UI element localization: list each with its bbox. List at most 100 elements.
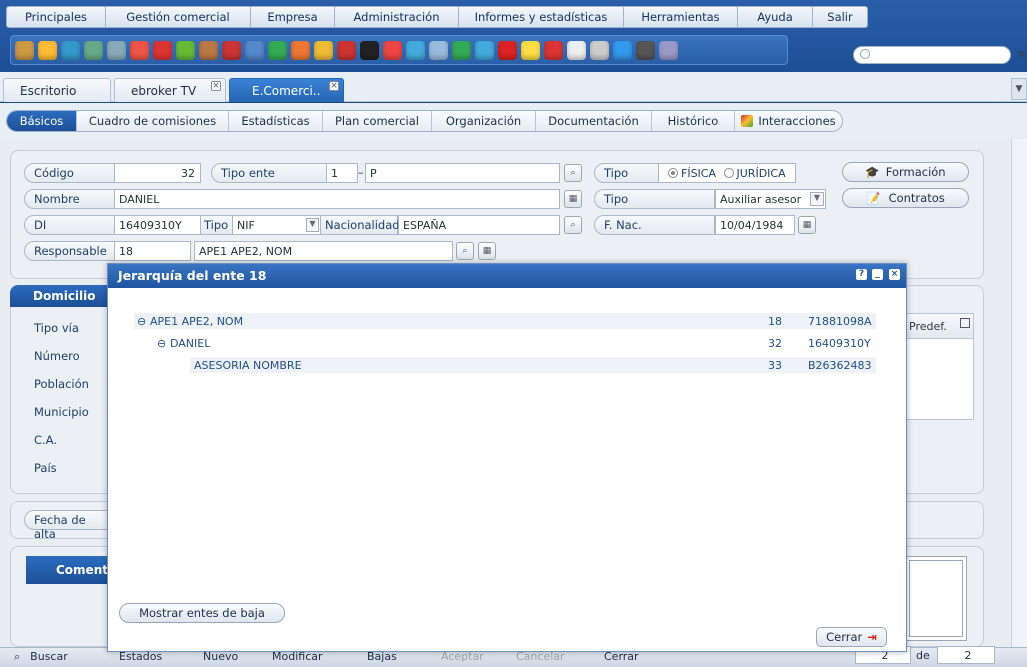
subtab-plan-comercial[interactable]: Plan comercial <box>323 111 432 131</box>
di-field[interactable]: 16409310Y <box>114 215 201 235</box>
subtab-documentacion[interactable]: Documentación <box>536 111 652 131</box>
menu-principales[interactable]: Principales <box>7 7 106 27</box>
collapse-icon[interactable]: ⊖ <box>137 315 146 328</box>
currency-icon[interactable] <box>337 40 356 60</box>
vertical-scrollbar[interactable] <box>1011 139 1027 647</box>
hierarchy-icon[interactable]: ▦ <box>564 190 582 208</box>
window-icon[interactable] <box>84 40 103 60</box>
document-icon[interactable] <box>567 40 586 60</box>
printer-icon[interactable] <box>544 40 563 60</box>
search-icon[interactable]: ⌕ <box>564 164 582 182</box>
subtab-interacciones[interactable]: Interacciones <box>735 111 842 131</box>
exit-icon: ⇥ <box>867 630 877 644</box>
contratos-button[interactable]: 📝 Contratos <box>842 188 969 208</box>
tree-row-name: APE1 APE2, NOM <box>150 315 244 328</box>
search-icon[interactable]: ⌕ <box>456 242 474 260</box>
responsable-label: Responsable <box>24 241 115 261</box>
tree-row-name: DANIEL <box>170 337 211 350</box>
fnac-field[interactable]: 10/04/1984 <box>715 215 795 235</box>
menu-gestion-comercial[interactable]: Gestión comercial <box>106 7 251 27</box>
close-icon[interactable]: × <box>211 81 221 91</box>
formacion-button[interactable]: 🎓 Formación <box>842 162 969 182</box>
comments-textarea[interactable] <box>905 556 967 641</box>
search-input[interactable] <box>853 46 1011 64</box>
column-menu-icon[interactable] <box>960 318 970 328</box>
briefcase-icon[interactable] <box>199 40 218 60</box>
tree-row-name: ASESORIA NOMBRE <box>194 359 302 372</box>
responsable-id-field[interactable]: 18 <box>114 241 191 261</box>
money-icon[interactable] <box>176 40 195 60</box>
buscar-button[interactable]: ⌕ Buscar <box>14 650 68 664</box>
minimize-icon[interactable]: _ <box>872 269 883 280</box>
close-icon[interactable]: × <box>1016 47 1027 62</box>
nacionalidad-field[interactable]: ESPAÑA <box>398 215 560 235</box>
menu-administracion[interactable]: Administración <box>335 7 459 27</box>
user-icon[interactable] <box>38 40 57 60</box>
subtab-estadisticas[interactable]: Estadísticas <box>229 111 323 131</box>
person-icon[interactable] <box>314 40 333 60</box>
menu-herramientas[interactable]: Herramientas <box>624 7 738 27</box>
chevron-down-icon[interactable]: ▼ <box>810 192 824 206</box>
nombre-field[interactable]: DANIEL <box>114 189 560 209</box>
menu-ayuda[interactable]: Ayuda <box>738 7 813 27</box>
tree-row[interactable]: ⊖ APE1 APE2, NOM 18 71881098A <box>134 313 876 329</box>
plug-icon[interactable] <box>636 40 655 60</box>
menu-informes[interactable]: Informes y estadísticas <box>459 7 624 27</box>
e-icon[interactable] <box>406 40 425 60</box>
people-icon[interactable] <box>383 40 402 60</box>
fire-icon[interactable] <box>130 40 149 60</box>
hierarchy-icon[interactable]: ▦ <box>478 242 496 260</box>
subtab-comisiones[interactable]: Cuadro de comisiones <box>77 111 229 131</box>
mail-icon[interactable] <box>245 40 264 60</box>
refresh-icon[interactable] <box>475 40 494 60</box>
radio-fisica[interactable] <box>668 168 678 178</box>
menu-salir[interactable]: Salir <box>813 7 867 27</box>
g-icon[interactable] <box>498 40 517 60</box>
euro-icon[interactable] <box>452 40 471 60</box>
collapse-icon[interactable]: ⊖ <box>157 337 166 350</box>
subtab-historico[interactable]: Histórico <box>652 111 735 131</box>
help-icon[interactable] <box>659 40 678 60</box>
tree-row-doc: 16409310Y <box>808 337 871 350</box>
target-icon[interactable] <box>153 40 172 60</box>
phone-icon[interactable] <box>613 40 632 60</box>
tree-row[interactable]: ASESORIA NOMBRE 33 B26362483 <box>190 357 876 373</box>
tree-row[interactable]: ⊖ DANIEL 32 16409310Y <box>154 335 876 351</box>
menu-empresa[interactable]: Empresa <box>251 7 335 27</box>
person-icon[interactable] <box>291 40 310 60</box>
cube-icon[interactable] <box>15 40 34 60</box>
close-icon[interactable]: × <box>329 81 339 91</box>
subtab-organizacion[interactable]: Organización <box>432 111 536 131</box>
codigo-label: Código <box>24 163 115 183</box>
radio-juridica[interactable] <box>723 168 734 178</box>
euro-icon[interactable] <box>360 40 379 60</box>
document-icon[interactable] <box>590 40 609 60</box>
cerrar-dialog-button[interactable]: Cerrar ⇥ <box>816 627 887 647</box>
search-icon[interactable]: ⌕ <box>564 216 582 234</box>
mostrar-bajas-button[interactable]: Mostrar entes de baja <box>119 603 285 623</box>
chevron-down-icon[interactable]: ▼ <box>306 218 319 232</box>
help-icon[interactable]: ? <box>856 269 867 280</box>
tipo-ente-label: Tipo ente <box>211 163 327 183</box>
codigo-field[interactable]: 32 <box>114 163 201 183</box>
bulb-icon[interactable] <box>521 40 540 60</box>
close-icon[interactable]: × <box>889 269 900 280</box>
tab-ecomercial[interactable]: E.Comerci.. × <box>229 78 344 102</box>
subtab-basicos[interactable]: Básicos <box>7 111 77 131</box>
building-icon[interactable] <box>268 40 287 60</box>
fnac-label: F. Nac. <box>594 215 715 235</box>
user-icon[interactable] <box>61 40 80 60</box>
graduation-cap-icon: 🎓 <box>865 165 880 179</box>
tab-ebroker-tv[interactable]: ebroker TV × <box>114 78 226 102</box>
tipo-ente-field[interactable]: P <box>365 163 560 183</box>
comentarios-tab[interactable]: Comentar <box>26 556 122 584</box>
eye-icon[interactable] <box>429 40 448 60</box>
calendar-icon[interactable]: ▦ <box>798 216 816 234</box>
tabs-dropdown-button[interactable]: ▼ <box>1011 78 1027 100</box>
tab-escritorio[interactable]: Escritorio <box>3 78 111 102</box>
window-icon[interactable] <box>107 40 126 60</box>
hierarchy-dialog: Jerarquía del ente 18 ? _ × ⊖ APE1 APE2,… <box>107 263 907 652</box>
tipo-ente-num[interactable]: 1 <box>326 163 358 183</box>
responsable-name-field[interactable]: APE1 APE2, NOM <box>194 241 453 261</box>
camera-icon[interactable] <box>222 40 241 60</box>
